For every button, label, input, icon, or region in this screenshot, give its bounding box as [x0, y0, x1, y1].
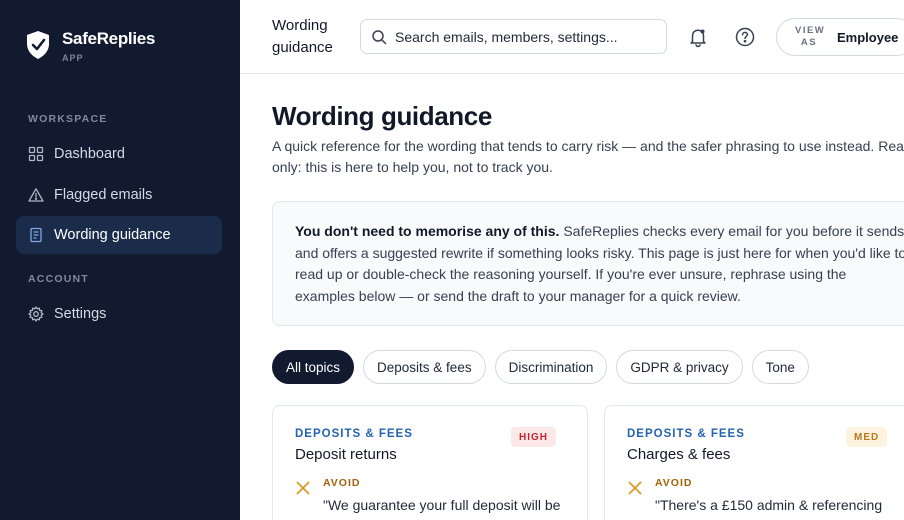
sidebar: SafeReplies APP WORKSPACE Dashboard Flag…	[0, 0, 240, 520]
guidance-card[interactable]: DEPOSITS & FEES HIGH Deposit returns AVO…	[272, 405, 588, 520]
sidebar-item-label: Settings	[54, 306, 107, 322]
info-notice: You don't need to memorise any of this. …	[272, 201, 904, 326]
warning-icon	[28, 188, 44, 202]
filter-discrimination[interactable]: Discrimination	[494, 350, 608, 384]
topic-filters: All topics Deposits & fees Discriminatio…	[272, 350, 818, 384]
guidance-card[interactable]: DEPOSITS & FEES MED Charges & fees AVOID…	[604, 405, 904, 520]
avoid-label: AVOID	[655, 477, 693, 489]
search-box[interactable]	[360, 19, 667, 54]
shield-check-icon	[27, 31, 49, 59]
risk-badge: HIGH	[511, 427, 556, 447]
view-as-value: Employee	[837, 29, 899, 45]
sidebar-item-label: Wording guidance	[54, 227, 171, 243]
sidebar-item-label: Dashboard	[54, 146, 125, 162]
filter-deposits-fees[interactable]: Deposits & fees	[363, 350, 486, 384]
card-title: Deposit returns	[295, 446, 397, 463]
bell-icon[interactable]	[687, 26, 709, 48]
grid-icon	[28, 146, 44, 162]
search-icon	[372, 29, 387, 44]
filter-all-topics[interactable]: All topics	[272, 350, 355, 384]
notice-heading: You don't need to memorise any of this.	[295, 223, 560, 239]
filter-tone[interactable]: Tone	[751, 350, 809, 384]
topbar-title-text: Wording guidance	[272, 17, 333, 56]
sidebar-item-dashboard[interactable]: Dashboard	[16, 135, 222, 173]
sidebar-item-label: Flagged emails	[54, 187, 153, 203]
card-category: DEPOSITS & FEES	[627, 428, 745, 440]
avoid-label: AVOID	[323, 477, 361, 489]
app-subtitle: APP	[62, 53, 84, 63]
page-description: A quick reference for the wording that t…	[272, 138, 904, 175]
avoid-example: "We guarantee your full deposit will be …	[323, 497, 561, 520]
account-section-label: ACCOUNT	[28, 273, 89, 285]
view-as-switcher[interactable]: VIEW AS Employee	[776, 18, 904, 56]
sidebar-item-settings[interactable]: Settings	[16, 295, 222, 333]
gear-icon	[28, 306, 44, 322]
app-name: SafeReplies	[62, 29, 156, 48]
brand[interactable]: SafeReplies APP	[26, 30, 155, 63]
avoid-x-icon	[296, 481, 310, 495]
topbar-title: Wording guidance	[272, 15, 352, 59]
workspace-section-label: WORKSPACE	[28, 113, 108, 125]
avoid-example: "There's a £150 admin & referencing fee …	[655, 497, 883, 520]
avoid-x-icon	[628, 481, 642, 495]
card-title: Charges & fees	[627, 446, 731, 463]
topbar: Wording guidance VIEW AS Employee	[240, 0, 904, 74]
sidebar-item-wording-guidance[interactable]: Wording guidance	[16, 216, 222, 254]
risk-badge: MED	[846, 427, 888, 447]
sidebar-item-flagged-emails[interactable]: Flagged emails	[16, 176, 222, 214]
filter-gdpr-privacy[interactable]: GDPR & privacy	[616, 350, 743, 384]
search-input[interactable]	[395, 28, 655, 45]
help-icon[interactable]	[734, 26, 756, 48]
card-category: DEPOSITS & FEES	[295, 428, 413, 440]
view-as-label: VIEW AS	[795, 25, 826, 48]
document-icon	[30, 227, 42, 243]
page-title: Wording guidance	[272, 101, 492, 131]
